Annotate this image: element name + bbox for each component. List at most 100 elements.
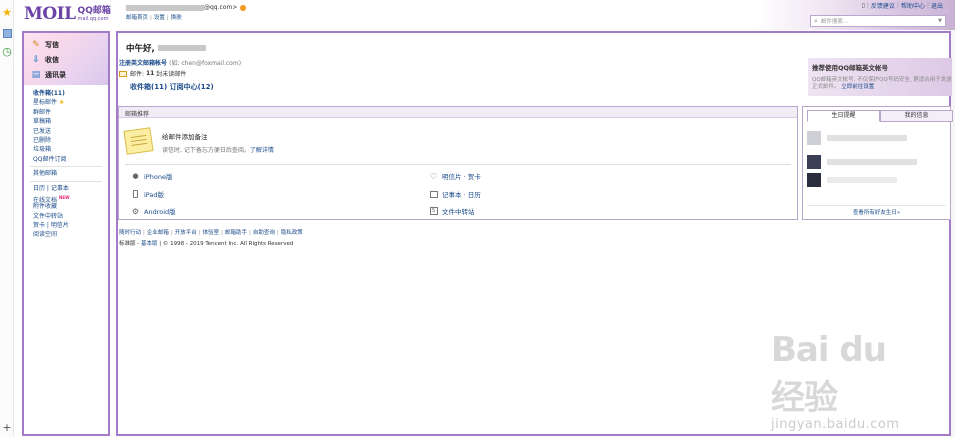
search-icon: ⌕	[814, 16, 818, 25]
account-address: @qq.com>	[204, 4, 238, 11]
warning-icon[interactable]	[240, 4, 247, 11]
sidebar: ✎ 写信 ⇩ 收信 ▤ 通讯录 收件箱(11) 星标邮件 ★ 群邮件 草稿箱 已…	[22, 31, 110, 436]
logo-mark: MOIL	[24, 4, 76, 24]
register-link[interactable]: 注册英文邮箱帐号	[119, 60, 167, 67]
birthday-friend-row[interactable]	[807, 173, 897, 187]
greeting: 中午好,	[126, 42, 206, 54]
sidebar-item-spam[interactable]: 垃圾箱	[33, 145, 108, 154]
subscribe-center-link[interactable]: 订阅中心(12)	[170, 83, 214, 91]
sticky-note-icon	[123, 127, 154, 155]
footer-link[interactable]: 邮箱助手	[225, 230, 247, 236]
ipad-app-link[interactable]: iPad版	[131, 189, 164, 199]
footer-link[interactable]: 体验室	[203, 230, 220, 236]
footer-link[interactable]: 企业邮箱	[147, 230, 169, 236]
favorites-star-icon[interactable]: ★	[1, 6, 13, 19]
user-name-redacted	[157, 45, 206, 51]
sidebar-item-reading[interactable]: 阅读空间	[33, 230, 108, 239]
watermark-url: jingyan.baidu.com	[771, 417, 900, 432]
quick-links: 收件箱(11) 订阅中心(12)	[130, 82, 214, 92]
envelope-icon	[119, 70, 127, 77]
header-links: 邮箱首页 | 设置 | 换肤	[126, 15, 182, 21]
new-badge: NEW	[59, 194, 70, 200]
footer-link[interactable]: 开放平台	[175, 230, 197, 236]
contacts-button[interactable]: ▤ 通讯录	[31, 67, 108, 82]
recommend-header: 邮箱推荐	[119, 107, 797, 118]
search-box[interactable]: ⌕ 邮件搜索... ▼	[810, 15, 946, 27]
receive-button[interactable]: ⇩ 收信	[31, 52, 108, 67]
birthday-friend-row[interactable]	[807, 155, 917, 169]
footer-links: 随时行动 | 企业邮箱 | 开放平台 | 体验室 | 邮箱助手 | 自助查询 | 隐私政策	[119, 230, 303, 236]
contacts-icon: ▤	[31, 69, 41, 80]
note-learn-more-link[interactable]: 了解详情	[250, 147, 274, 154]
sidebar-item-drafts[interactable]: 草稿箱	[33, 117, 108, 126]
calendar-icon	[429, 190, 438, 199]
unread-summary: 邮件: 11 封未读邮件	[119, 69, 186, 78]
android-app-link[interactable]: ⚙ Android版	[131, 206, 176, 217]
postcard-link[interactable]: ♡ 明信片 · 贺卡	[429, 171, 481, 182]
sidebar-item-calendar-notes[interactable]: 日历 | 记事本	[33, 184, 108, 193]
search-input[interactable]: 邮件搜索...	[821, 17, 848, 25]
logo-domain: mail.qq.com	[77, 16, 109, 22]
folder-list: 收件箱(11) 星标邮件 ★ 群邮件 草稿箱 已发送 已删除 垃圾箱 QQ邮件订…	[24, 85, 108, 240]
inbox-count-link[interactable]: 收件箱(11)	[130, 83, 167, 91]
account-info: @qq.com>	[126, 3, 247, 12]
skin-link[interactable]: 换肤	[171, 15, 182, 21]
compose-button[interactable]: ✎ 写信	[31, 37, 108, 52]
sidebar-item-group[interactable]: 群邮件	[33, 108, 108, 117]
left-toolbar: ★ ◷ +	[0, 0, 14, 437]
sidebar-item-attachments[interactable]: 附件收藏	[33, 202, 108, 211]
home-link[interactable]: 邮箱首页	[126, 15, 148, 21]
feedback-link[interactable]: 反馈建议	[871, 1, 895, 10]
register-english-account: 注册英文邮箱帐号 (如: chen@foxmail.com)	[119, 58, 241, 67]
logout-link[interactable]: 退出	[931, 1, 943, 10]
qq-mail-window: ★ ◷ + MOIL QQ邮箱 mail.qq.com @qq.com> 邮箱首…	[0, 0, 955, 437]
apple-icon: ●	[132, 172, 139, 180]
footer-link[interactable]: 随时行动	[119, 230, 141, 236]
promo-link[interactable]: 立即前往设置	[841, 84, 874, 90]
friend-avatar	[807, 155, 821, 169]
qq-mail-logo[interactable]: MOIL QQ邮箱 mail.qq.com	[24, 3, 111, 23]
page-icon[interactable]	[1, 27, 13, 39]
note-title: 给邮件添加备注	[162, 133, 208, 141]
view-all-birthdays-link[interactable]: 查看所有好友生日»	[803, 208, 950, 216]
pencil-icon: ✎	[32, 39, 40, 50]
star-icon: ★	[58, 99, 65, 107]
file-transfer-link[interactable]: S 文件中转站	[429, 206, 475, 216]
sidebar-item-other-mailbox[interactable]: 其他邮箱	[33, 169, 108, 178]
standard-edition: 标准版	[119, 241, 136, 247]
sidebar-item-starred[interactable]: 星标邮件 ★	[33, 98, 108, 107]
help-link[interactable]: 帮助中心	[901, 1, 925, 10]
sidebar-item-cards[interactable]: 贺卡 | 明信片	[33, 221, 108, 230]
mailbox-recommend: 邮箱推荐 给邮件添加备注 读信时, 记下备忘方便日后查阅。了解详情 ● iPho…	[118, 106, 798, 220]
sidebar-item-online-docs[interactable]: 在线文档 NEW	[33, 193, 108, 204]
promo-desc: QQ邮箱英文帐号, 不仅保护QQ号码安全, 更适合用于发送正式邮件。 立即前往设…	[812, 77, 952, 90]
english-account-promo: 推荐使用QQ邮箱英文帐号 QQ邮箱英文帐号, 不仅保护QQ号码安全, 更适合用于…	[808, 58, 952, 96]
birthday-panel: 生日提醒 我的信息 查看所有好友生日»	[802, 106, 953, 220]
birthday-friend-row[interactable]	[807, 131, 907, 145]
sidebar-item-subscribe[interactable]: QQ邮件订阅	[33, 155, 108, 164]
phone-icon[interactable]: ▯	[862, 2, 865, 9]
sidebar-item-deleted[interactable]: 已删除	[33, 136, 108, 145]
history-clock-icon[interactable]: ◷	[1, 45, 13, 58]
unread-count: 11	[145, 70, 155, 77]
notebook-calendar-link[interactable]: 记事本 · 日历	[429, 189, 481, 199]
transfer-icon: S	[429, 207, 438, 216]
add-icon[interactable]: +	[1, 421, 13, 434]
basic-edition-link[interactable]: 基本版	[141, 241, 158, 247]
footer-link[interactable]: 自助查询	[253, 230, 275, 236]
settings-link[interactable]: 设置	[154, 15, 165, 21]
tab-my-info[interactable]: 我的信息	[880, 110, 953, 122]
search-dropdown-icon[interactable]: ▼	[938, 18, 942, 24]
tab-birthday[interactable]: 生日提醒	[807, 110, 880, 122]
copyright: 标准版 - 基本版 | © 1998 - 2019 Tencent Inc. A…	[119, 241, 294, 247]
android-icon: ⚙	[131, 206, 140, 216]
tablet-icon	[131, 190, 140, 199]
register-hint: (如: chen@foxmail.com)	[169, 60, 242, 67]
iphone-app-link[interactable]: ● iPhone版	[131, 171, 172, 181]
sidebar-actions: ✎ 写信 ⇩ 收信 ▤ 通讯录	[24, 33, 108, 85]
sidebar-item-inbox[interactable]: 收件箱(11)	[33, 89, 108, 98]
sidebar-item-sent[interactable]: 已发送	[33, 127, 108, 136]
sidebar-item-file-transfer[interactable]: 文件中转站	[33, 212, 108, 221]
note-desc: 读信时, 记下备忘方便日后查阅。了解详情	[162, 147, 274, 154]
footer-link[interactable]: 隐私政策	[281, 230, 303, 236]
